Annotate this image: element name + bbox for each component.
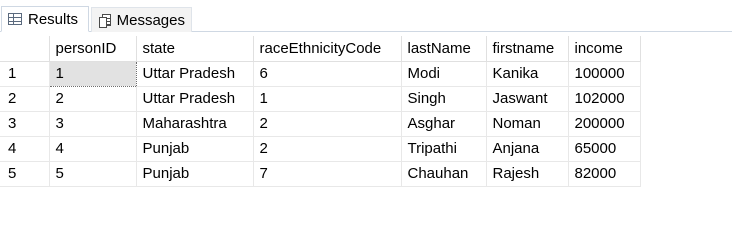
tab-messages-label: Messages: [116, 11, 185, 29]
results-tab-bar: Results Messages: [0, 0, 732, 32]
cell-firstname[interactable]: Anjana: [486, 136, 569, 162]
cell-personID[interactable]: 5: [49, 161, 137, 187]
table-row[interactable]: 3 3 Maharashtra 2 Asghar Noman 200000: [0, 111, 641, 137]
grid-icon: [8, 13, 22, 25]
column-header-state[interactable]: state: [136, 36, 254, 62]
cell-income[interactable]: 100000: [568, 61, 641, 87]
cell-lastName[interactable]: Singh: [401, 86, 487, 112]
cell-income[interactable]: 102000: [568, 86, 641, 112]
column-header-income[interactable]: income: [568, 36, 641, 62]
grid-header-row: personID state raceEthnicityCode lastNam…: [0, 36, 641, 62]
messages-icon: [99, 14, 111, 28]
cell-raceEthnicityCode[interactable]: 2: [253, 136, 402, 162]
column-header-personID[interactable]: personID: [49, 36, 137, 62]
tab-results-label: Results: [28, 10, 79, 28]
cell-lastName[interactable]: Tripathi: [401, 136, 487, 162]
column-header-lastName[interactable]: lastName: [401, 36, 487, 62]
cell-state[interactable]: Uttar Pradesh: [136, 86, 254, 112]
table-row[interactable]: 5 5 Punjab 7 Chauhan Rajesh 82000: [0, 161, 641, 187]
cell-lastName[interactable]: Modi: [401, 61, 487, 87]
cell-firstname[interactable]: Rajesh: [486, 161, 569, 187]
row-number[interactable]: 3: [0, 111, 50, 137]
cell-firstname[interactable]: Kanika: [486, 61, 569, 87]
cell-lastName[interactable]: Chauhan: [401, 161, 487, 187]
row-number[interactable]: 1: [0, 61, 50, 87]
row-number[interactable]: 2: [0, 86, 50, 112]
grid-corner-header[interactable]: [0, 36, 50, 62]
results-grid[interactable]: personID state raceEthnicityCode lastNam…: [0, 36, 641, 187]
cell-raceEthnicityCode[interactable]: 1: [253, 86, 402, 112]
row-number[interactable]: 5: [0, 161, 50, 187]
cell-firstname[interactable]: Noman: [486, 111, 569, 137]
cell-income[interactable]: 200000: [568, 111, 641, 137]
cell-income[interactable]: 65000: [568, 136, 641, 162]
cell-raceEthnicityCode[interactable]: 6: [253, 61, 402, 87]
cell-state[interactable]: Punjab: [136, 161, 254, 187]
cell-raceEthnicityCode[interactable]: 7: [253, 161, 402, 187]
cell-state[interactable]: Maharashtra: [136, 111, 254, 137]
cell-income[interactable]: 82000: [568, 161, 641, 187]
cell-personID[interactable]: 2: [49, 86, 137, 112]
cell-state[interactable]: Uttar Pradesh: [136, 61, 254, 87]
column-header-raceEthnicityCode[interactable]: raceEthnicityCode: [253, 36, 402, 62]
table-row[interactable]: 2 2 Uttar Pradesh 1 Singh Jaswant 102000: [0, 86, 641, 112]
tab-messages[interactable]: Messages: [91, 7, 192, 32]
column-header-firstname[interactable]: firstname: [486, 36, 569, 62]
table-row[interactable]: 4 4 Punjab 2 Tripathi Anjana 65000: [0, 136, 641, 162]
cell-lastName[interactable]: Asghar: [401, 111, 487, 137]
cell-personID[interactable]: 3: [49, 111, 137, 137]
row-number[interactable]: 4: [0, 136, 50, 162]
table-row[interactable]: 1 1 Uttar Pradesh 6 Modi Kanika 100000: [0, 60, 641, 87]
cell-state[interactable]: Punjab: [136, 136, 254, 162]
cell-personID[interactable]: 4: [49, 136, 137, 162]
tab-results[interactable]: Results: [1, 6, 89, 32]
cell-firstname[interactable]: Jaswant: [486, 86, 569, 112]
cell-personID[interactable]: 1: [48, 60, 137, 87]
cell-raceEthnicityCode[interactable]: 2: [253, 111, 402, 137]
